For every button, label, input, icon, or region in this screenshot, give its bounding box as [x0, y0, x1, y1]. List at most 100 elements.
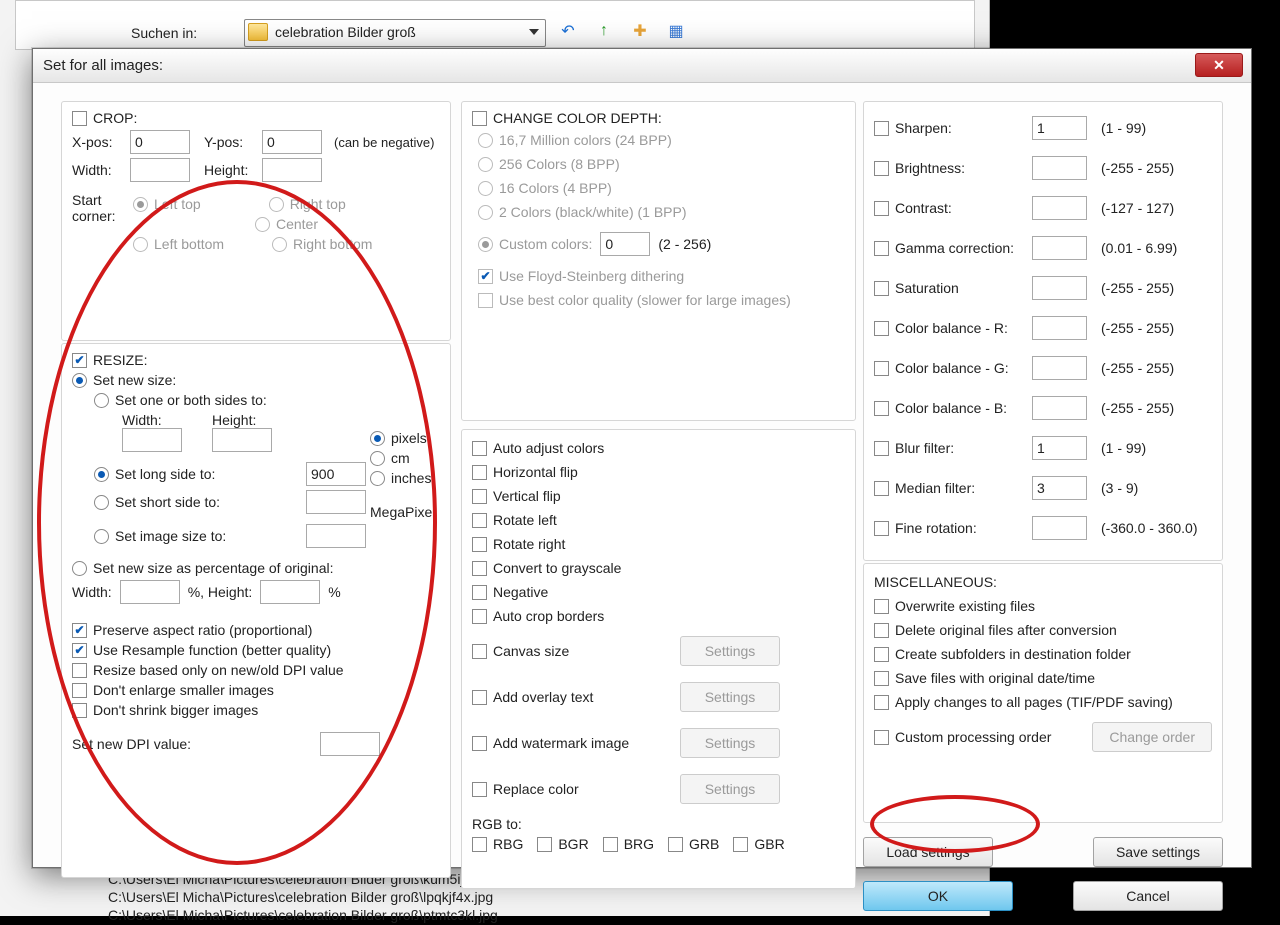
canvas-checkbox[interactable]: Canvas size — [472, 643, 672, 659]
depth-1bpp-radio[interactable]: 2 Colors (black/white) (1 BPP) — [478, 204, 845, 220]
load-settings-button[interactable]: Load settings — [863, 837, 993, 867]
mp-input[interactable] — [306, 524, 366, 548]
negative-checkbox[interactable]: Negative — [472, 584, 845, 600]
canvas-settings-button[interactable]: Settings — [680, 636, 780, 666]
brightness-input[interactable] — [1032, 156, 1087, 180]
no-shrink-checkbox[interactable]: Don't shrink bigger images — [72, 702, 258, 718]
crop-height-input[interactable] — [262, 158, 322, 182]
contrast-checkbox[interactable]: Contrast: — [874, 200, 1024, 216]
watermark-checkbox[interactable]: Add watermark image — [472, 735, 672, 751]
sharpen-checkbox[interactable]: Sharpen: — [874, 120, 1024, 136]
view-icon[interactable]: ▦ — [664, 19, 688, 43]
custom-order-checkbox[interactable]: Custom processing order — [874, 729, 1051, 745]
auto-adjust-checkbox[interactable]: Auto adjust colors — [472, 440, 845, 456]
saturation-input[interactable] — [1032, 276, 1087, 300]
depth-8bpp-radio[interactable]: 256 Colors (8 BPP) — [478, 156, 845, 172]
resample-checkbox[interactable]: Use Resample function (better quality) — [72, 642, 331, 658]
fine-rotation-input[interactable] — [1032, 516, 1087, 540]
replace-color-checkbox[interactable]: Replace color — [472, 781, 672, 797]
dpi-only-checkbox[interactable]: Resize based only on new/old DPI value — [72, 662, 344, 678]
save-settings-button[interactable]: Save settings — [1093, 837, 1223, 867]
resize-height-input[interactable] — [212, 428, 272, 452]
gamma-input[interactable] — [1032, 236, 1087, 260]
vflip-checkbox[interactable]: Vertical flip — [472, 488, 845, 504]
cbb-checkbox[interactable]: Color balance - B: — [874, 400, 1024, 416]
brightness-checkbox[interactable]: Brightness: — [874, 160, 1024, 176]
cbr-checkbox[interactable]: Color balance - R: — [874, 320, 1024, 336]
crop-width-input[interactable] — [130, 158, 190, 182]
corner-lb-radio[interactable]: Left bottom — [133, 236, 224, 252]
fine-rotation-checkbox[interactable]: Fine rotation: — [874, 520, 1024, 536]
corner-rb-radio[interactable]: Right bottom — [272, 236, 372, 252]
corner-center-radio[interactable]: Center — [255, 216, 318, 232]
brg-checkbox[interactable]: BRG — [603, 836, 654, 852]
cbb-input[interactable] — [1032, 396, 1087, 420]
dpi-input[interactable] — [320, 732, 380, 756]
saturation-checkbox[interactable]: Saturation — [874, 280, 1024, 296]
subfolders-checkbox[interactable]: Create subfolders in destination folder — [874, 646, 1212, 662]
set-percent-radio[interactable]: Set new size as percentage of original: — [72, 560, 333, 576]
set-short-radio[interactable]: Set short side to: — [94, 494, 220, 510]
unit-cm-radio[interactable]: cm — [370, 450, 440, 466]
depth-custom-input[interactable] — [600, 232, 650, 256]
cbr-input[interactable] — [1032, 316, 1087, 340]
grb-checkbox[interactable]: GRB — [668, 836, 719, 852]
watermark-settings-button[interactable]: Settings — [680, 728, 780, 758]
resize-checkbox[interactable]: RESIZE: — [72, 352, 147, 368]
back-icon[interactable]: ↶ — [556, 19, 580, 43]
replace-settings-button[interactable]: Settings — [680, 774, 780, 804]
unit-inches-radio[interactable]: inches — [370, 470, 440, 486]
cbg-checkbox[interactable]: Color balance - G: — [874, 360, 1024, 376]
ok-button[interactable]: OK — [863, 881, 1013, 911]
rotate-left-checkbox[interactable]: Rotate left — [472, 512, 845, 528]
overlay-checkbox[interactable]: Add overlay text — [472, 689, 672, 705]
best-quality-checkbox[interactable]: Use best color quality (slower for large… — [478, 292, 845, 308]
depth-4bpp-radio[interactable]: 16 Colors (4 BPP) — [478, 180, 845, 196]
blur-input[interactable] — [1032, 436, 1087, 460]
apply-pages-checkbox[interactable]: Apply changes to all pages (TIF/PDF savi… — [874, 694, 1212, 710]
bgr-checkbox[interactable]: BGR — [537, 836, 588, 852]
preserve-checkbox[interactable]: Preserve aspect ratio (proportional) — [72, 622, 312, 638]
delete-original-checkbox[interactable]: Delete original files after conversion — [874, 622, 1212, 638]
resize-width-input[interactable] — [122, 428, 182, 452]
new-folder-icon[interactable]: ✚ — [628, 19, 652, 43]
long-side-input[interactable] — [306, 462, 366, 486]
corner-rt-radio[interactable]: Right top — [269, 196, 346, 212]
set-sides-radio[interactable]: Set one or both sides to: — [94, 392, 267, 408]
no-enlarge-checkbox[interactable]: Don't enlarge smaller images — [72, 682, 274, 698]
set-new-size-radio[interactable]: Set new size: — [72, 372, 176, 388]
set-mp-radio[interactable]: Set image size to: — [94, 528, 226, 544]
gamma-checkbox[interactable]: Gamma correction: — [874, 240, 1024, 256]
folder-combo[interactable]: celebration Bilder groß — [244, 19, 546, 47]
short-side-input[interactable] — [306, 490, 366, 514]
overlay-settings-button[interactable]: Settings — [680, 682, 780, 712]
sharpen-input[interactable] — [1032, 116, 1087, 140]
overwrite-checkbox[interactable]: Overwrite existing files — [874, 598, 1212, 614]
grayscale-checkbox[interactable]: Convert to grayscale — [472, 560, 845, 576]
cbg-input[interactable] — [1032, 356, 1087, 380]
contrast-input[interactable] — [1032, 196, 1087, 220]
xpos-input[interactable] — [130, 130, 190, 154]
depth-custom-radio[interactable]: Custom colors: — [478, 236, 592, 252]
auto-crop-checkbox[interactable]: Auto crop borders — [472, 608, 845, 624]
depth-24bpp-radio[interactable]: 16,7 Million colors (24 BPP) — [478, 132, 845, 148]
unit-pixels-radio[interactable]: pixels — [370, 430, 440, 446]
gbr-checkbox[interactable]: GBR — [733, 836, 784, 852]
hflip-checkbox[interactable]: Horizontal flip — [472, 464, 845, 480]
median-checkbox[interactable]: Median filter: — [874, 480, 1024, 496]
pct-height-input[interactable] — [260, 580, 320, 604]
blur-checkbox[interactable]: Blur filter: — [874, 440, 1024, 456]
crop-checkbox[interactable]: CROP: — [72, 110, 137, 126]
close-button[interactable]: ✕ — [1195, 53, 1243, 77]
median-input[interactable] — [1032, 476, 1087, 500]
rbg-checkbox[interactable]: RBG — [472, 836, 523, 852]
ypos-input[interactable] — [262, 130, 322, 154]
rotate-right-checkbox[interactable]: Rotate right — [472, 536, 845, 552]
corner-lt-radio[interactable]: Left top — [133, 196, 201, 212]
set-long-radio[interactable]: Set long side to: — [94, 466, 215, 482]
save-date-checkbox[interactable]: Save files with original date/time — [874, 670, 1212, 686]
fs-dither-checkbox[interactable]: Use Floyd-Steinberg dithering — [478, 268, 845, 284]
pct-width-input[interactable] — [120, 580, 180, 604]
change-order-button[interactable]: Change order — [1092, 722, 1212, 752]
cancel-button[interactable]: Cancel — [1073, 881, 1223, 911]
